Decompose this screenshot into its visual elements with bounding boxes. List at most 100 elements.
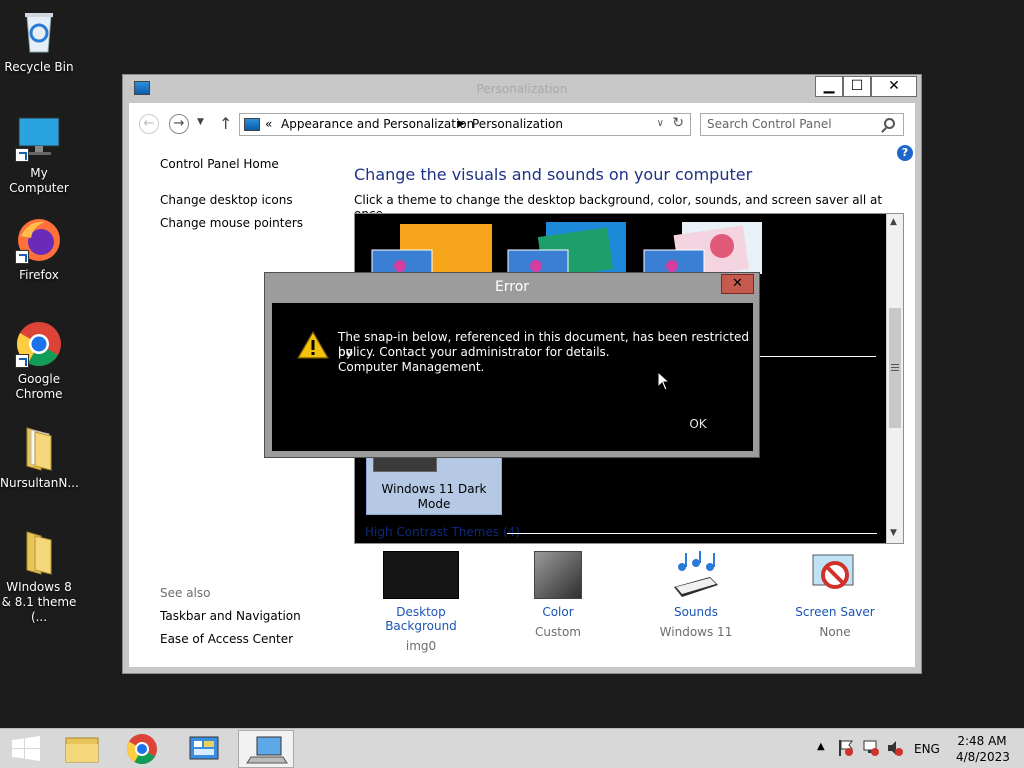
search-icon[interactable] [884, 118, 895, 129]
start-button[interactable] [0, 730, 56, 768]
taskbar-and-navigation-link[interactable]: Taskbar and Navigation [160, 609, 301, 623]
breadcrumb-appearance[interactable]: Appearance and Personalization [281, 117, 474, 131]
action-center-flag-icon[interactable] [838, 739, 854, 760]
window-title: Personalization [476, 82, 568, 96]
address-row: ← → ▼ ↑ « Appearance and Personalization… [129, 111, 915, 137]
shortcut-arrow-icon [15, 354, 29, 368]
theme-thumbnail[interactable] [642, 220, 764, 279]
recycle-bin-icon [15, 8, 63, 56]
desktop-icon-label: WIndows 8 & 8.1 theme (... [1, 580, 77, 624]
scroll-up-icon[interactable]: ▲ [890, 217, 897, 227]
clock-time: 2:48 AM [957, 734, 1007, 748]
theme-preview [373, 456, 437, 472]
desktop-icon-label: Firefox [19, 268, 59, 282]
breadcrumb-overflow[interactable]: « [265, 117, 272, 131]
maximize-button[interactable]: ☐ [843, 76, 871, 97]
chrome-icon [15, 320, 63, 368]
show-hidden-icons-icon[interactable]: ▲ [817, 741, 825, 752]
help-icon[interactable]: ? [897, 145, 913, 161]
dialog-title: Error [494, 279, 530, 295]
network-icon[interactable] [862, 739, 880, 760]
shortcut-arrow-icon [15, 148, 29, 162]
page-title: Change the visuals and sounds on your co… [354, 165, 753, 184]
taskbar-chrome[interactable] [114, 730, 170, 768]
control-panel-icon [244, 118, 260, 131]
shortcut-arrow-icon [15, 250, 29, 264]
search-box[interactable] [700, 113, 904, 136]
desktop-icon-label: Google Chrome [15, 372, 63, 401]
system-clock[interactable]: 2:48 AM 4/8/2023 [956, 733, 1010, 765]
desktop-icon-nursultan-folder[interactable]: NursultanN... [0, 424, 79, 491]
back-arrow-icon[interactable]: ← [139, 114, 159, 134]
dialog-close-button[interactable]: ✕ [721, 274, 754, 294]
theme-label: Windows 11 Dark Mode [381, 482, 487, 511]
screen-saver-value: None [819, 625, 851, 639]
gallery-scrollbar[interactable]: ▲ ▼ [886, 214, 903, 543]
dialog-message-line: Computer Management. [338, 360, 485, 374]
change-mouse-pointers-link[interactable]: Change mouse pointers [160, 216, 303, 230]
ok-button[interactable]: OK [658, 413, 738, 435]
change-desktop-icons-link[interactable]: Change desktop icons [160, 193, 293, 207]
sounds-item[interactable]: Sounds Windows 11 [636, 551, 756, 639]
window-titlebar[interactable]: Personalization ▁ ☐ ✕ [123, 75, 921, 103]
desktop-icon-label: Recycle Bin [4, 60, 74, 74]
close-button[interactable]: ✕ [871, 76, 917, 97]
search-input[interactable] [707, 117, 877, 131]
taskbar-computer-management[interactable] [238, 730, 294, 768]
desktop-background-preview [383, 551, 459, 599]
scrollbar-grip [891, 364, 899, 365]
sounds-link[interactable]: Sounds [636, 605, 756, 619]
desktop-icon-my-computer[interactable]: My Computer [0, 114, 78, 196]
theme-windows-11-dark-mode[interactable]: Windows 11 Dark Mode [366, 455, 502, 515]
dialog-message-line: policy. Contact your administrator for d… [338, 345, 610, 359]
color-link[interactable]: Color [498, 605, 618, 619]
desktop-icon-google-chrome[interactable]: Google Chrome [0, 320, 78, 402]
folder-icon [15, 528, 63, 576]
scroll-down-icon[interactable]: ▼ [890, 528, 897, 538]
taskbar-control-panel[interactable] [176, 730, 232, 768]
firefox-icon [15, 216, 63, 264]
screen-saver-item[interactable]: Screen Saver None [775, 551, 895, 639]
up-arrow-icon[interactable]: ↑ [219, 114, 232, 133]
address-dropdown-chevron-icon[interactable]: ∨ [657, 118, 664, 129]
sounds-value: Windows 11 [659, 625, 733, 639]
desktop-icon-firefox[interactable]: Firefox [0, 216, 78, 283]
scrollbar-thumb[interactable] [889, 308, 901, 428]
high-contrast-themes-header[interactable]: High Contrast Themes (4) [365, 525, 520, 539]
mouse-cursor-icon [657, 370, 671, 394]
breadcrumb-personalization[interactable]: Personalization [472, 117, 563, 131]
warning-icon [296, 330, 330, 359]
volume-muted-icon[interactable] [886, 739, 904, 760]
color-item[interactable]: Color Custom [498, 551, 618, 639]
see-also-heading: See also [160, 586, 211, 600]
screen-saver-icon [809, 551, 861, 599]
control-panel-home-link[interactable]: Control Panel Home [160, 157, 279, 171]
screen-saver-link[interactable]: Screen Saver [775, 605, 895, 619]
taskbar-file-explorer[interactable] [54, 730, 110, 768]
recent-locations-chevron-icon[interactable]: ▼ [197, 117, 204, 127]
input-language[interactable]: ENG [914, 742, 940, 756]
dialog-body: The snap-in below, referenced in this do… [272, 303, 753, 451]
minimize-button[interactable]: ▁ [815, 76, 843, 97]
color-swatch [534, 551, 582, 599]
monitor-icon [15, 114, 63, 162]
color-value: Custom [535, 625, 581, 639]
desktop-icon-label: My Computer [9, 166, 69, 195]
taskbar: ▲ ENG 2:48 AM 4/8/2023 [0, 728, 1024, 768]
theme-thumbnail[interactable] [370, 220, 492, 275]
error-dialog: Error ✕ The snap-in below, referenced in… [264, 272, 760, 458]
desktop-icon-label: NursultanN... [0, 476, 79, 490]
sounds-icon [670, 551, 722, 599]
address-bar[interactable]: « Appearance and Personalization ▶ Perso… [239, 113, 691, 136]
desktop-background-item[interactable]: Desktop Background img0 [361, 551, 481, 653]
theme-thumbnail[interactable] [506, 220, 628, 279]
forward-arrow-icon[interactable]: → [169, 114, 189, 134]
group-divider [750, 356, 876, 357]
breadcrumb-separator-icon[interactable]: ▶ [458, 119, 465, 129]
ease-of-access-center-link[interactable]: Ease of Access Center [160, 632, 293, 646]
desktop-icon-windows-theme-folder[interactable]: WIndows 8 & 8.1 theme (... [0, 528, 78, 625]
desktop-icon-recycle-bin[interactable]: Recycle Bin [0, 8, 78, 75]
refresh-icon[interactable]: ↻ [672, 115, 684, 131]
desktop-background-link[interactable]: Desktop Background [361, 605, 481, 633]
clock-date: 4/8/2023 [956, 750, 1010, 764]
